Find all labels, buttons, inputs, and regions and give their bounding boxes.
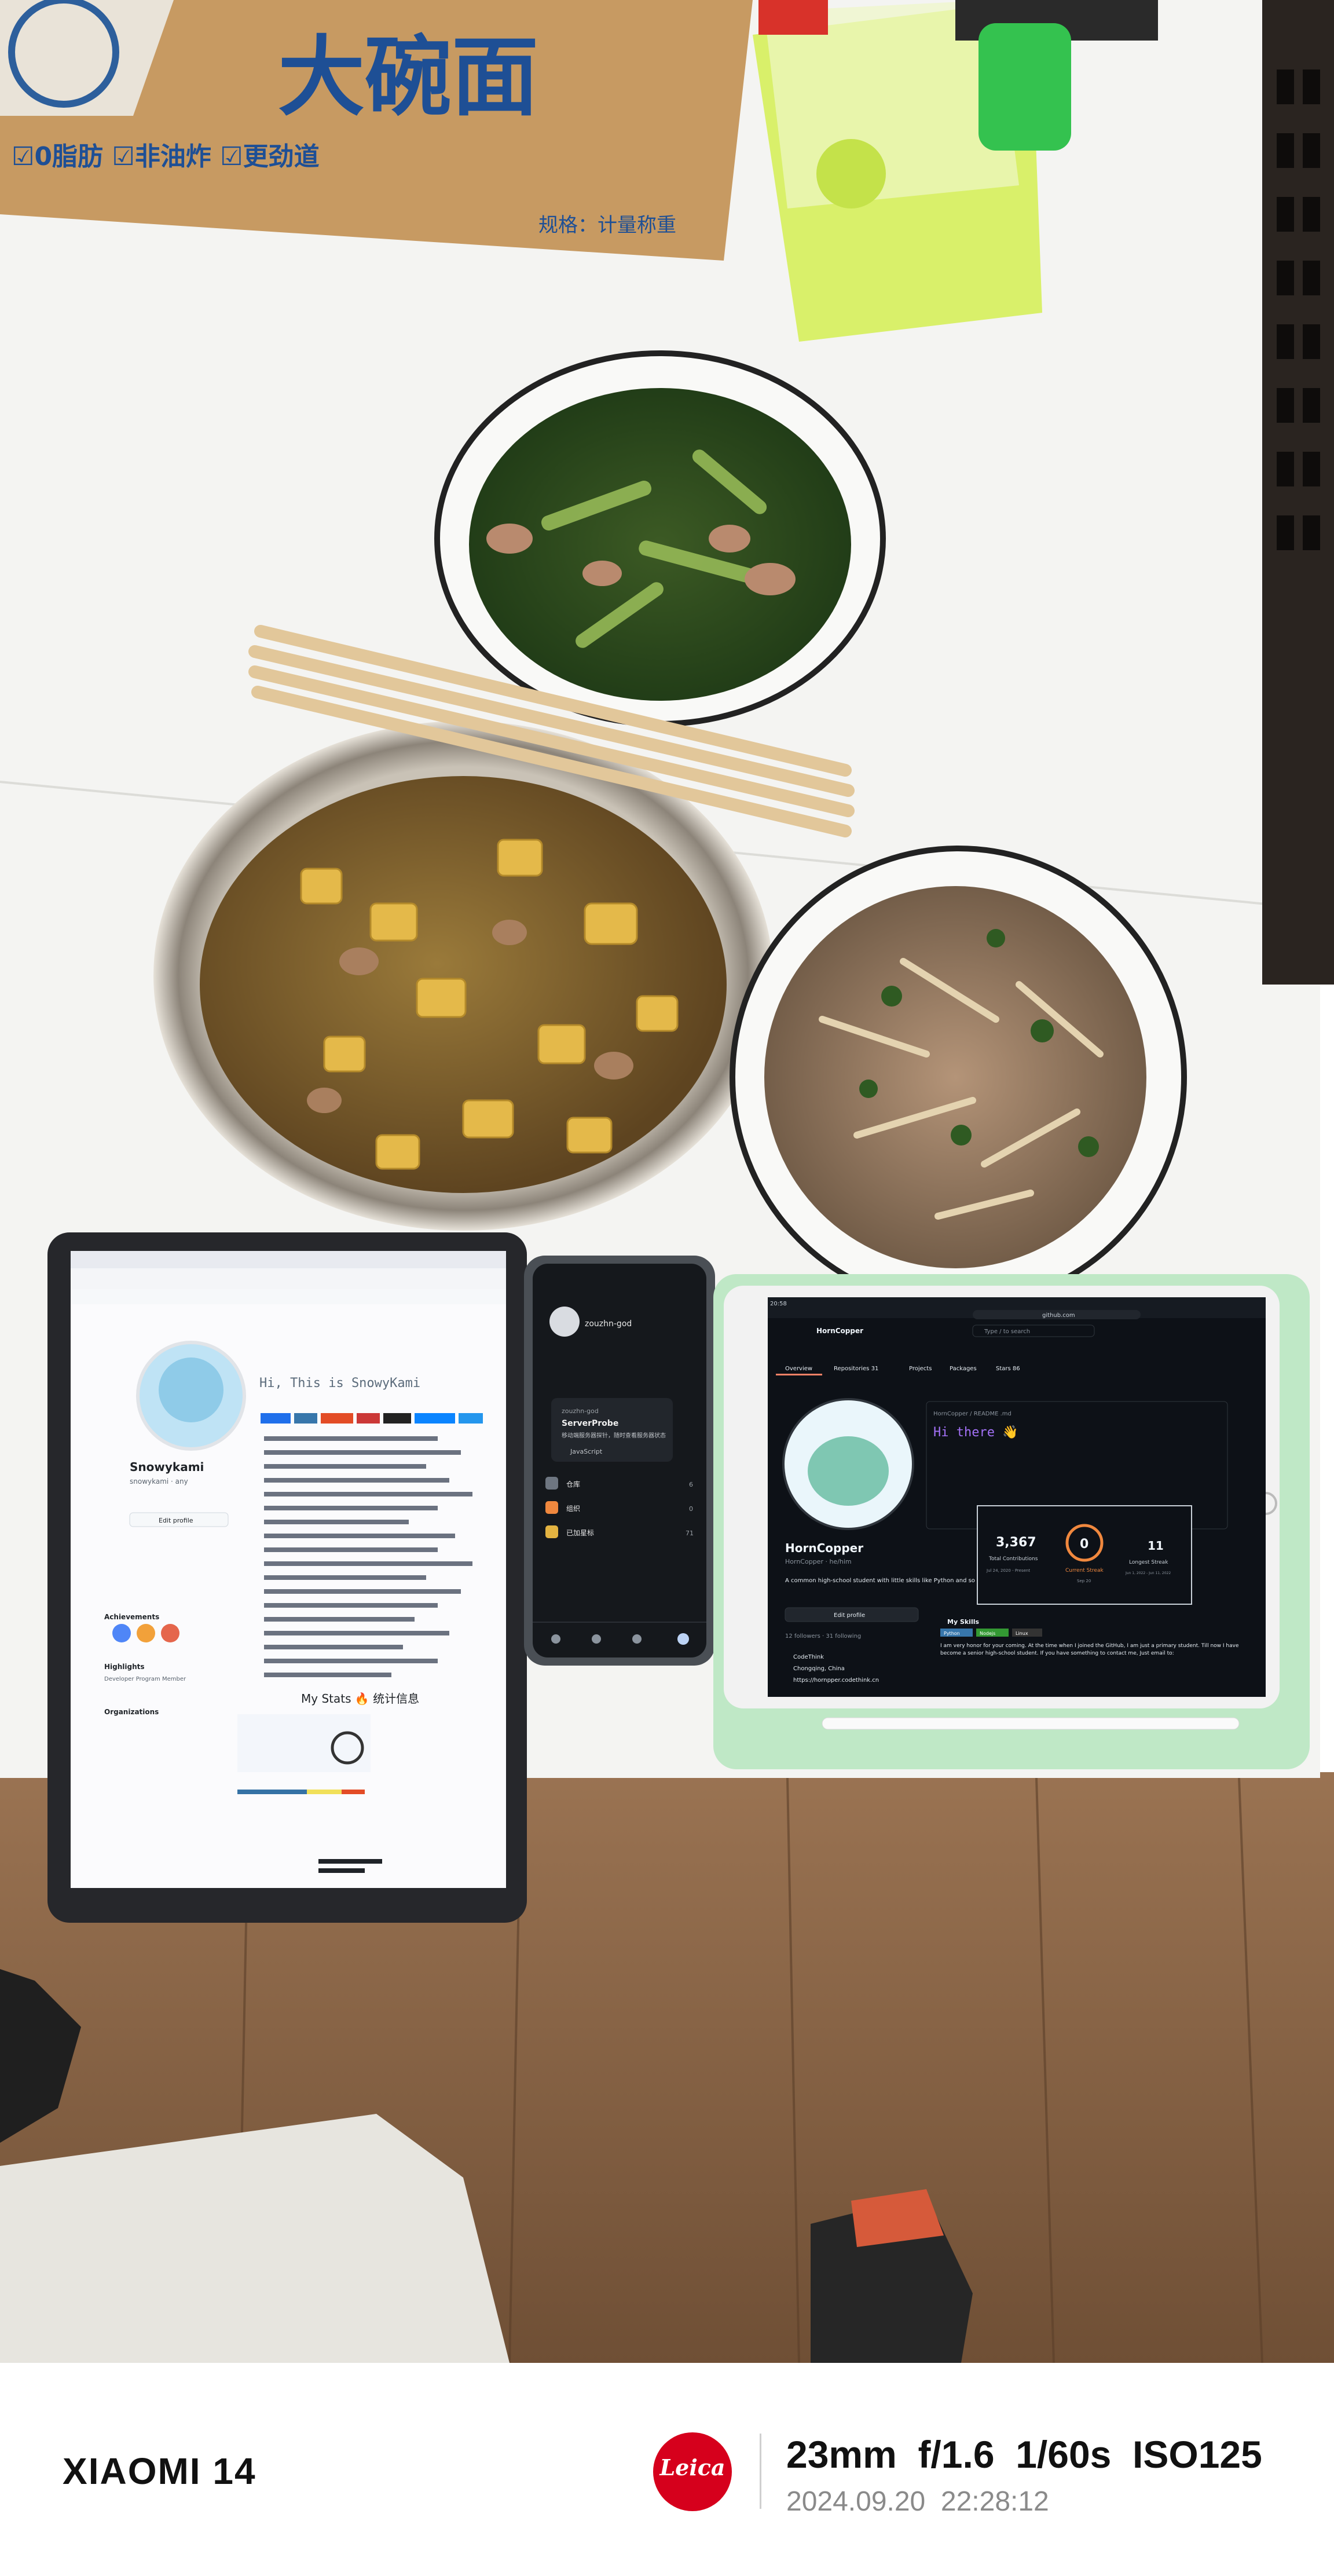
achievement-badge-3 — [161, 1624, 179, 1642]
ipad-edit-profile-label: Edit profile — [834, 1612, 865, 1619]
ipad-org: CodeThink — [793, 1654, 824, 1660]
phone-list-count-2: 0 — [689, 1505, 693, 1513]
left-browser-bar — [71, 1268, 506, 1289]
camera-model: XIAOMI 14 — [63, 2450, 256, 2492]
skill-badge-linux-label: Linux — [1016, 1631, 1028, 1636]
phone-avatar — [549, 1307, 580, 1337]
ipad-streak-card — [977, 1505, 1192, 1605]
ipad-location: Chongqing, China — [793, 1666, 845, 1672]
ipad-avatar-art — [808, 1436, 889, 1506]
red-can — [758, 0, 828, 35]
ipad-url: github.com — [1042, 1312, 1075, 1319]
ipad-hi-there: Hi there 👋 — [933, 1425, 1018, 1440]
phone-username: zouzhn-god — [585, 1319, 632, 1329]
capture-datetime: 2024.09.20 22:28:12 — [786, 2486, 1049, 2517]
phone-tabbar-divider — [533, 1622, 706, 1623]
left-edit-profile-label: Edit profile — [159, 1517, 193, 1524]
camera-params: 23mm f/1.6 1/60s ISO125 — [786, 2433, 1262, 2476]
phone-list-icon-1 — [545, 1477, 558, 1490]
left-profile-handle: snowykami · any — [130, 1477, 188, 1485]
phone-list-count-3: 71 — [686, 1529, 694, 1537]
phone-repo-owner: zouzhn-god — [562, 1407, 599, 1415]
box-spec: 规格：计量称重 — [538, 214, 676, 237]
ipad-time: 20:58 — [770, 1301, 787, 1307]
phone-list-label-1[interactable]: 仓库 — [566, 1480, 580, 1488]
streak-total-range: Jul 24, 2020 - Present — [986, 1568, 1030, 1573]
phone-list-label-2[interactable]: 组织 — [566, 1505, 580, 1513]
ipad-tab-projects: Projects — [909, 1366, 932, 1372]
phone-list-icon-2 — [545, 1501, 558, 1514]
green-shaker — [978, 23, 1071, 151]
ipad-tab-packages: Packages — [950, 1366, 977, 1372]
left-organizations: Organizations — [104, 1708, 159, 1716]
ipad-intro: I am very honor for your coming. At the … — [940, 1643, 1239, 1656]
ipad-followers[interactable]: 12 followers · 31 following — [785, 1633, 861, 1640]
phone-list-count-1: 6 — [689, 1481, 693, 1488]
ipad-tab-overview: Overview — [785, 1366, 812, 1372]
left-gh-nav — [71, 1289, 506, 1304]
ipad-tab-stars: Stars 86 — [996, 1366, 1020, 1372]
streak-longest-value: 11 — [1148, 1539, 1164, 1553]
ipad-website[interactable]: https://hornpper.codethink.cn — [793, 1677, 879, 1684]
ipad-handle: HornCopper · he/him — [785, 1558, 852, 1565]
phone-repo-language: JavaScript — [570, 1448, 603, 1455]
scene-svg: 大碗面 ☑0脂肪 ☑非油炸 ☑更劲道 规格：计量称重 Snowykami sno… — [0, 0, 1334, 2363]
leica-logo-text: Leica — [659, 2454, 725, 2480]
streak-total-label: Total Contributions — [988, 1556, 1038, 1562]
ipad-search-placeholder: Type / to search — [984, 1329, 1030, 1335]
ipad-header-user: HornCopper — [816, 1327, 863, 1335]
streak-current-date: Sep 20 — [1077, 1579, 1091, 1583]
left-profile-name: Snowykami — [130, 1460, 204, 1474]
streak-total-value: 3,367 — [996, 1535, 1036, 1550]
achievement-badge-2 — [137, 1624, 155, 1642]
chair-back — [1262, 0, 1334, 985]
left-stats-heading: My Stats 🔥 统计信息 — [301, 1692, 419, 1706]
left-achievements: Achievements — [104, 1613, 159, 1621]
streak-longest-label: Longest Streak — [1129, 1560, 1168, 1565]
left-highlight-item: Developer Program Member — [104, 1676, 186, 1682]
left-highlights: Highlights — [104, 1663, 145, 1671]
streak-current-value: 0 — [1080, 1537, 1089, 1552]
box-title: 大碗面 — [278, 27, 538, 128]
box-tagline: ☑0脂肪 ☑非油炸 ☑更劲道 — [12, 142, 320, 171]
ipad-skills-heading: My Skills — [947, 1618, 979, 1626]
leica-logo: Leica — [653, 2432, 732, 2511]
left-greeting: Hi, This is SnowyKami — [259, 1376, 420, 1391]
camera-watermark-bar: XIAOMI 14 Leica 23mm f/1.6 1/60s ISO125 … — [0, 2363, 1334, 2576]
apple-pencil — [822, 1717, 1240, 1730]
skill-badge-python-label: Python — [944, 1631, 960, 1636]
achievement-badge-1 — [112, 1624, 131, 1642]
streak-current-label: Current Streak — [1065, 1568, 1104, 1574]
ipad-readme-path: HornCopper / README .md — [933, 1411, 1012, 1417]
watermark-divider — [760, 2434, 761, 2509]
phone-list-icon-3 — [545, 1525, 558, 1538]
left-browser-tabs — [71, 1251, 506, 1268]
photo-scene: 大碗面 ☑0脂肪 ☑非油炸 ☑更劲道 规格：计量称重 Snowykami sno… — [0, 0, 1334, 2363]
left-avatar-art — [159, 1357, 223, 1422]
ipad-tab-underline — [776, 1374, 822, 1375]
streak-longest-range: Jun 1, 2022 - Jun 11, 2022 — [1125, 1571, 1171, 1575]
ipad-name: HornCopper — [785, 1541, 863, 1555]
ipad-intro-fo: I am very honor for your coming. At the … — [940, 1643, 1239, 1656]
phone-repo-name: ServerProbe — [562, 1419, 618, 1428]
ipad-bio: A common high-school student with little… — [785, 1578, 986, 1584]
phone-list-label-3[interactable]: 已加星标 — [566, 1529, 594, 1537]
ipad-tab-repositories: Repositories 31 — [834, 1366, 878, 1372]
phone-repo-desc: 移动端服务器探针，随时查看服务器状态 — [562, 1432, 666, 1439]
skill-badge-nodejs-label: Nodejs — [980, 1631, 995, 1636]
tissue-logo — [816, 139, 886, 208]
